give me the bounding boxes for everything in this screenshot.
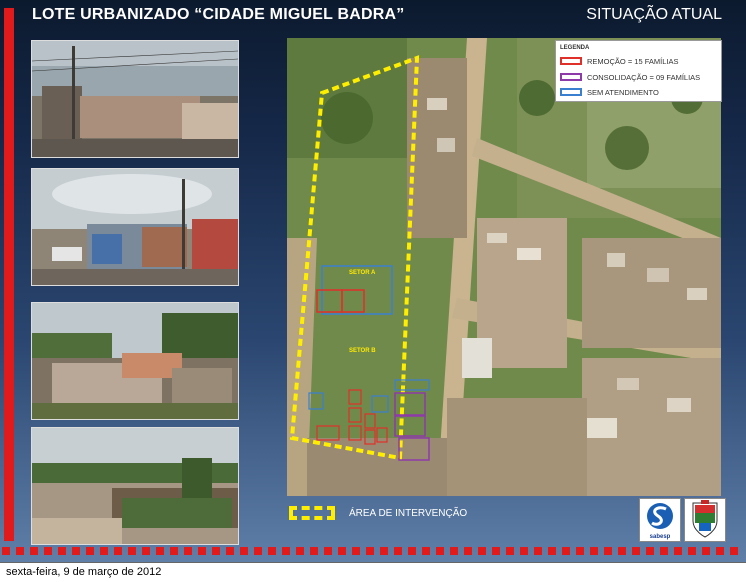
intervention-area-label: ÁREA DE INTERVENÇÃO — [349, 507, 468, 519]
yellow-dashed-swatch-icon — [289, 506, 335, 520]
map-label-b: SETOR B — [349, 348, 376, 354]
intervention-area-legend: ÁREA DE INTERVENÇÃO — [289, 506, 467, 520]
map-label-a: SETOR A — [349, 270, 376, 276]
blue-outline-swatch-icon — [560, 88, 582, 96]
legend-label-consolidacao: CONSOLIDAÇÃO = 09 FAMÍLIAS — [587, 72, 701, 82]
map-legend: LEGENDA REMOÇÃO = 15 FAMÍLIAS CONSOLIDAÇ… — [555, 40, 722, 102]
legend-item-sem-atendimento: SEM ATENDIMENTO — [560, 87, 659, 97]
sabesp-logo: sabesp — [639, 498, 681, 542]
legend-label-remocao: REMOÇÃO = 15 FAMÍLIAS — [587, 56, 679, 66]
sabesp-caption: sabesp — [649, 534, 671, 540]
street-photo-1 — [31, 40, 239, 158]
legend-item-consolidacao: CONSOLIDAÇÃO = 09 FAMÍLIAS — [560, 72, 700, 82]
municipal-coat-of-arms — [684, 498, 726, 542]
bottom-red-dotted-bar — [2, 547, 744, 555]
street-photo-4 — [31, 427, 239, 545]
slide: LOTE URBANIZADO “CIDADE MIGUEL BADRA” SI… — [0, 0, 746, 562]
footer-date: sexta-feira, 9 de março de 2012 — [6, 566, 162, 578]
legend-title: LEGENDA — [560, 45, 590, 51]
sabesp-logo-icon — [647, 503, 673, 529]
street-photo-3 — [31, 302, 239, 420]
coat-of-arms-icon — [692, 500, 718, 538]
street-photo-2 — [31, 168, 239, 286]
footer: sexta-feira, 9 de março de 2012 — [0, 562, 746, 582]
purple-outline-swatch-icon — [560, 73, 582, 81]
red-outline-swatch-icon — [560, 57, 582, 65]
page-subtitle: SITUAÇÃO ATUAL — [586, 6, 722, 23]
aerial-map: SETOR A SETOR B — [287, 38, 721, 496]
page-title: LOTE URBANIZADO “CIDADE MIGUEL BADRA” — [32, 6, 405, 23]
legend-item-remocao: REMOÇÃO = 15 FAMÍLIAS — [560, 56, 679, 66]
left-red-bar — [4, 8, 14, 541]
legend-label-sem-atendimento: SEM ATENDIMENTO — [587, 87, 659, 97]
